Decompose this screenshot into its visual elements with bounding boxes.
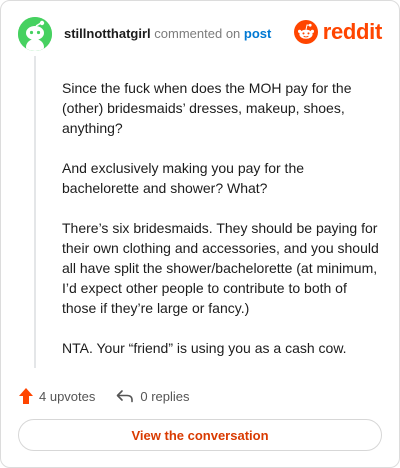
comment-embed-card: stillnotthatgirl commented on post reddi…: [0, 0, 400, 468]
username-link[interactable]: stillnotthatgirl: [64, 26, 151, 41]
post-link[interactable]: post: [244, 26, 271, 41]
user-avatar[interactable]: [18, 17, 52, 51]
comment-paragraph: Since the fuck when does the MOH pay for…: [62, 80, 352, 136]
reply-icon: [117, 390, 134, 403]
commented-on-text: commented on: [154, 26, 241, 41]
replies-count: 0 replies: [140, 388, 190, 404]
comment-paragraph: NTA. Your “friend” is using you as a cas…: [62, 340, 347, 356]
comment-body: Since the fuck when does the MOH pay for…: [62, 78, 382, 378]
thread-line: [34, 56, 36, 368]
comment-paragraph: And exclusively making you pay for the b…: [62, 160, 305, 196]
snoo-avatar-icon: [18, 17, 52, 51]
upvotes[interactable]: 4 upvotes: [18, 387, 95, 405]
comment-header: stillnotthatgirl commented on post: [64, 26, 271, 42]
upvotes-count: 4 upvotes: [39, 388, 96, 404]
view-conversation-button[interactable]: View the conversation: [18, 419, 382, 451]
replies[interactable]: 0 replies: [116, 388, 190, 404]
reddit-logo-icon: [293, 20, 318, 44]
reddit-brand[interactable]: reddit: [293, 19, 383, 44]
comment-paragraph: There’s six bridesmaids. They should be …: [62, 220, 379, 316]
reddit-wordmark: reddit: [322, 19, 383, 44]
upvote-arrow-icon: [19, 388, 33, 404]
comment-footer: 4 upvotes 0 replies: [18, 387, 190, 405]
